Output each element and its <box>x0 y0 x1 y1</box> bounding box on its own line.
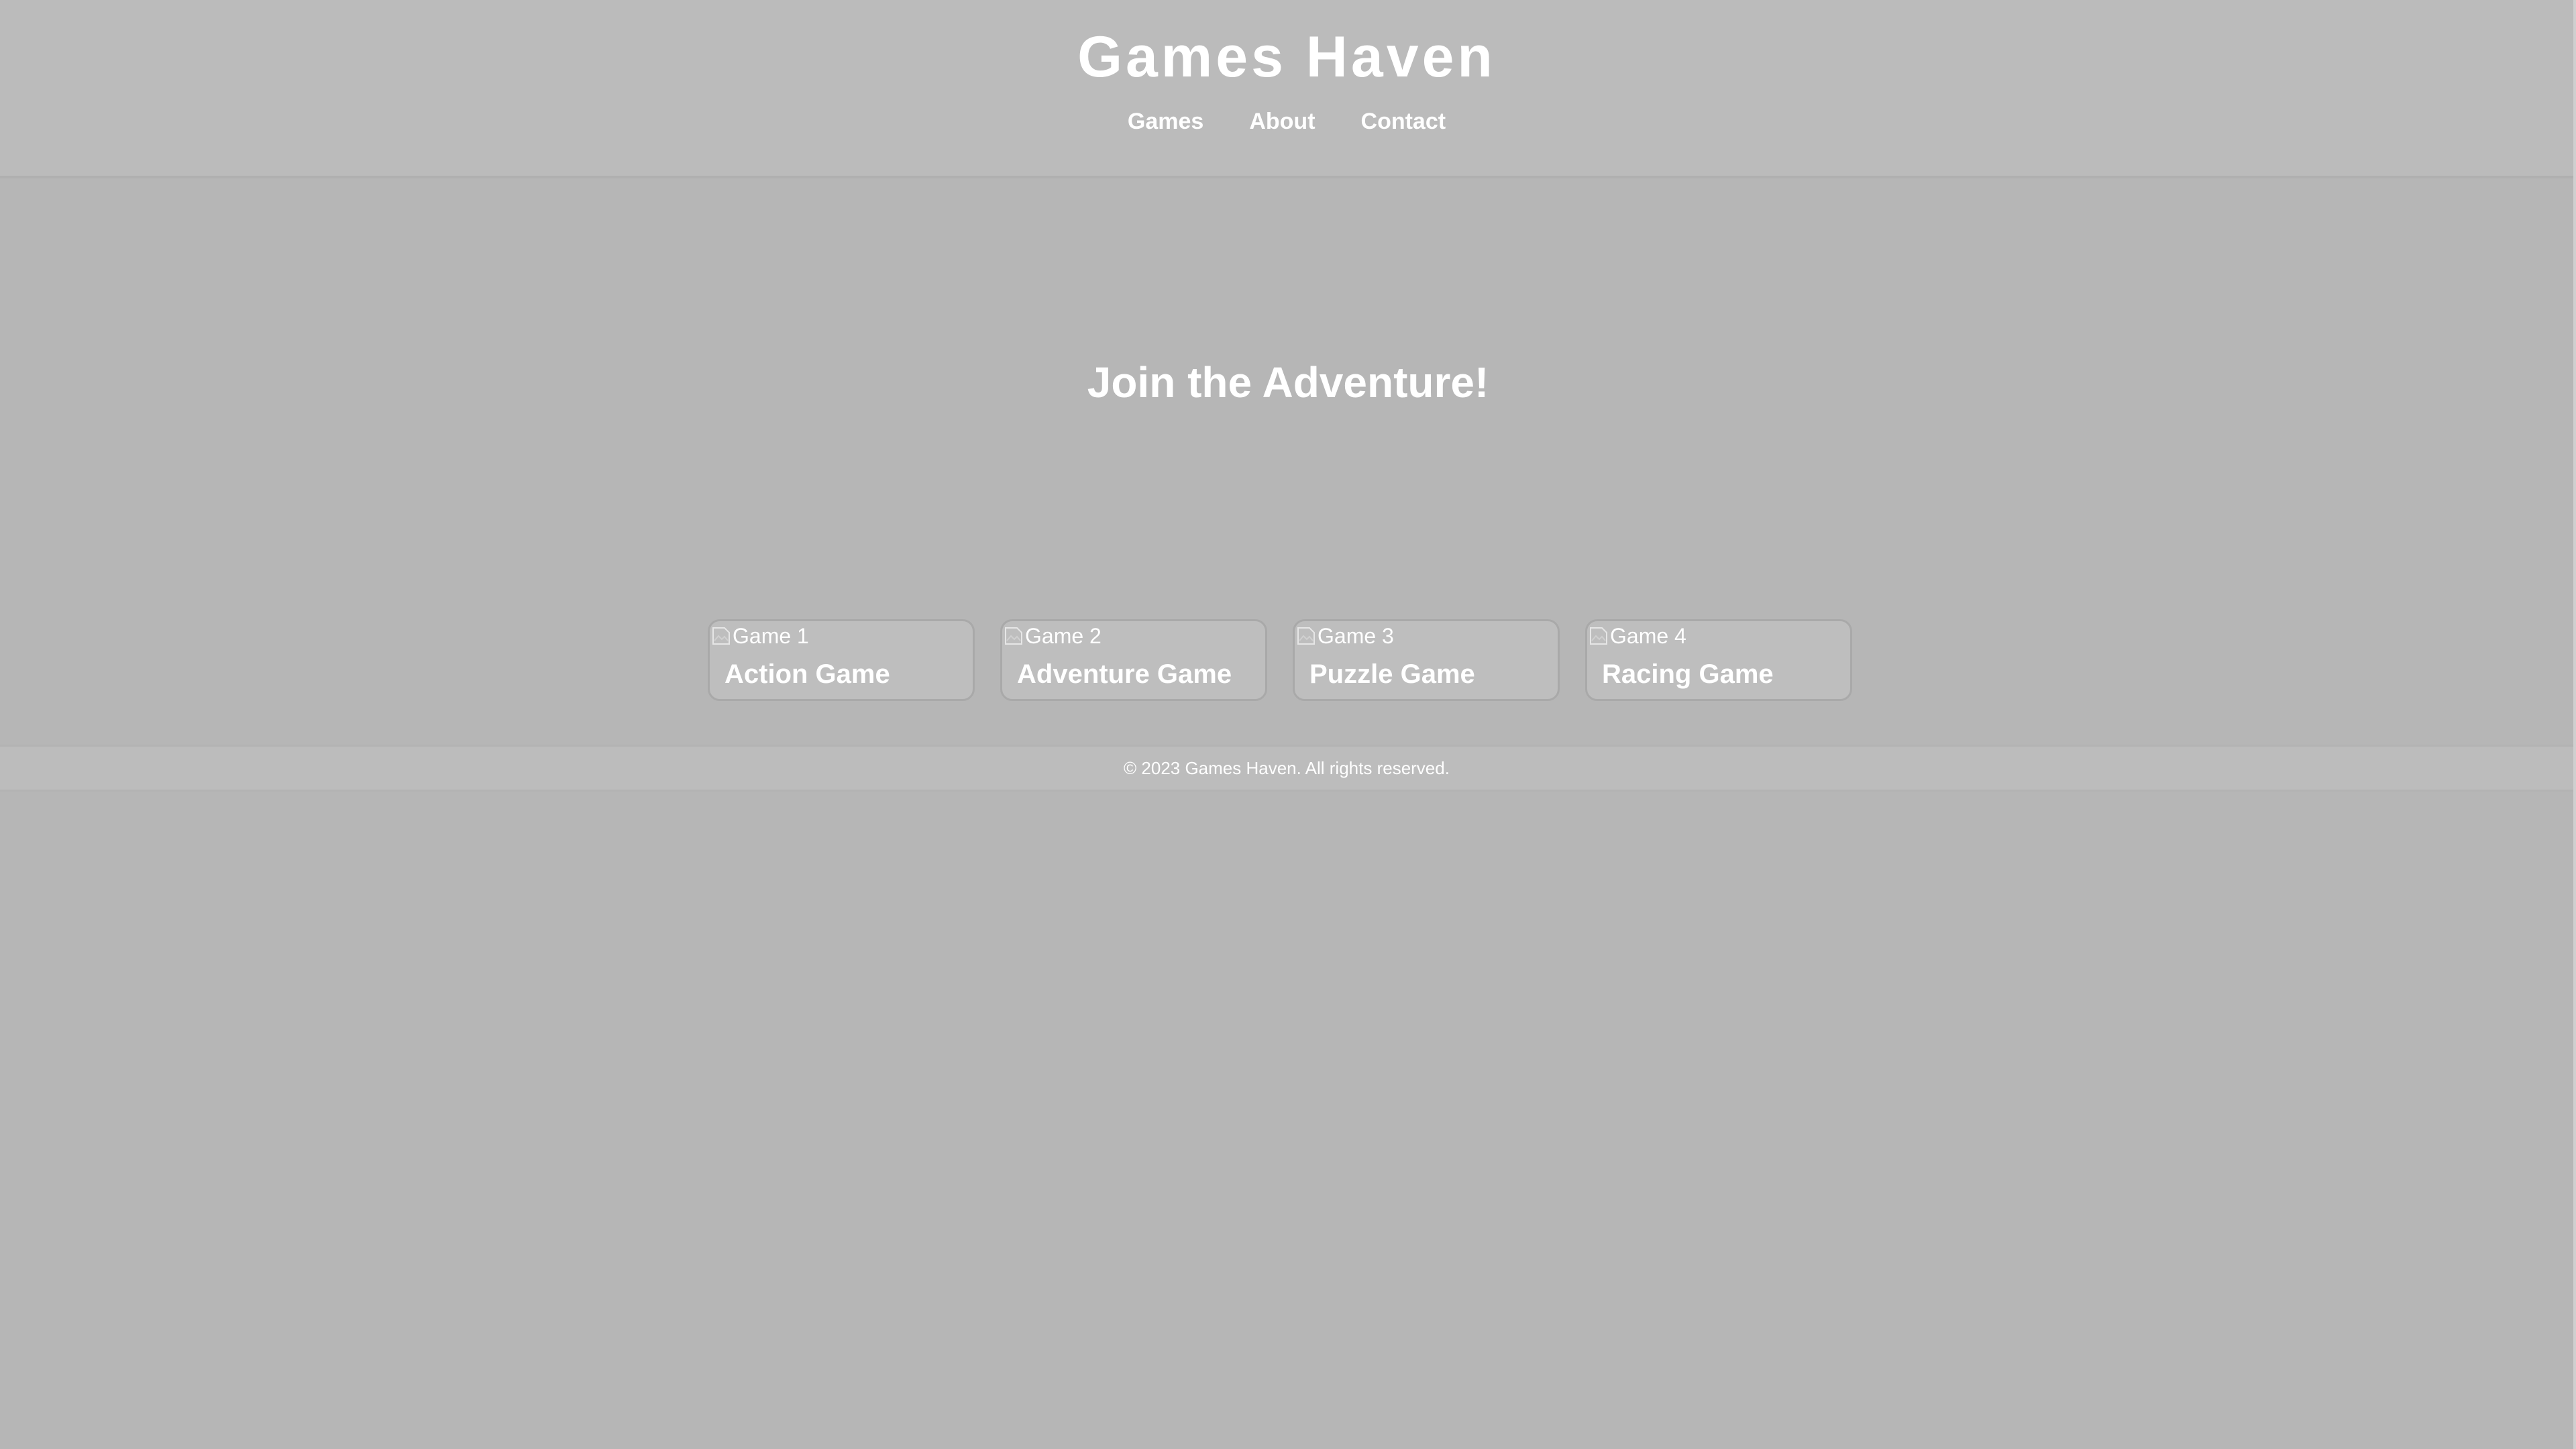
game-card-action[interactable]: Game 1 Action Game <box>708 619 975 701</box>
broken-image-icon <box>1004 626 1024 646</box>
site-title: Games Haven <box>1077 25 1496 89</box>
game-title: Adventure Game <box>1017 659 1232 689</box>
hero-title: Join the Adventure! <box>1087 358 1489 407</box>
main-nav: Games About Contact <box>0 105 2573 138</box>
broken-image-icon <box>1589 626 1609 646</box>
site-footer: © 2023 Games Haven. All rights reserved. <box>0 745 2573 792</box>
nav-link-about[interactable]: About <box>1249 105 1315 138</box>
nav-link-contact[interactable]: Contact <box>1361 105 1446 138</box>
game-image-alt: Game 2 <box>1025 624 1102 648</box>
footer-copyright: © 2023 Games Haven. All rights reserved. <box>1124 758 1450 778</box>
game-title: Action Game <box>724 659 890 689</box>
window-edge <box>2573 0 2576 1449</box>
game-image-alt: Game 4 <box>1610 624 1686 648</box>
game-image: Game 3 <box>1296 623 1394 649</box>
game-title: Racing Game <box>1602 659 1774 689</box>
game-title: Puzzle Game <box>1309 659 1475 689</box>
broken-image-icon <box>711 626 731 646</box>
game-image-alt: Game 3 <box>1318 624 1394 648</box>
game-card-adventure[interactable]: Game 2 Adventure Game <box>1000 619 1267 701</box>
game-image: Game 4 <box>1589 623 1686 649</box>
game-image: Game 1 <box>711 623 809 649</box>
game-image: Game 2 <box>1004 623 1102 649</box>
game-grid: Game 1 Action Game Game 2 Adventure Game… <box>708 619 1852 701</box>
nav-link-games[interactable]: Games <box>1128 105 1203 138</box>
game-image-alt: Game 1 <box>733 624 809 648</box>
game-card-racing[interactable]: Game 4 Racing Game <box>1585 619 1852 701</box>
broken-image-icon <box>1296 626 1316 646</box>
game-card-puzzle[interactable]: Game 3 Puzzle Game <box>1293 619 1560 701</box>
site-header: Games Haven Games About Contact <box>0 0 2573 178</box>
hero-section: Join the Adventure! <box>0 335 2576 429</box>
